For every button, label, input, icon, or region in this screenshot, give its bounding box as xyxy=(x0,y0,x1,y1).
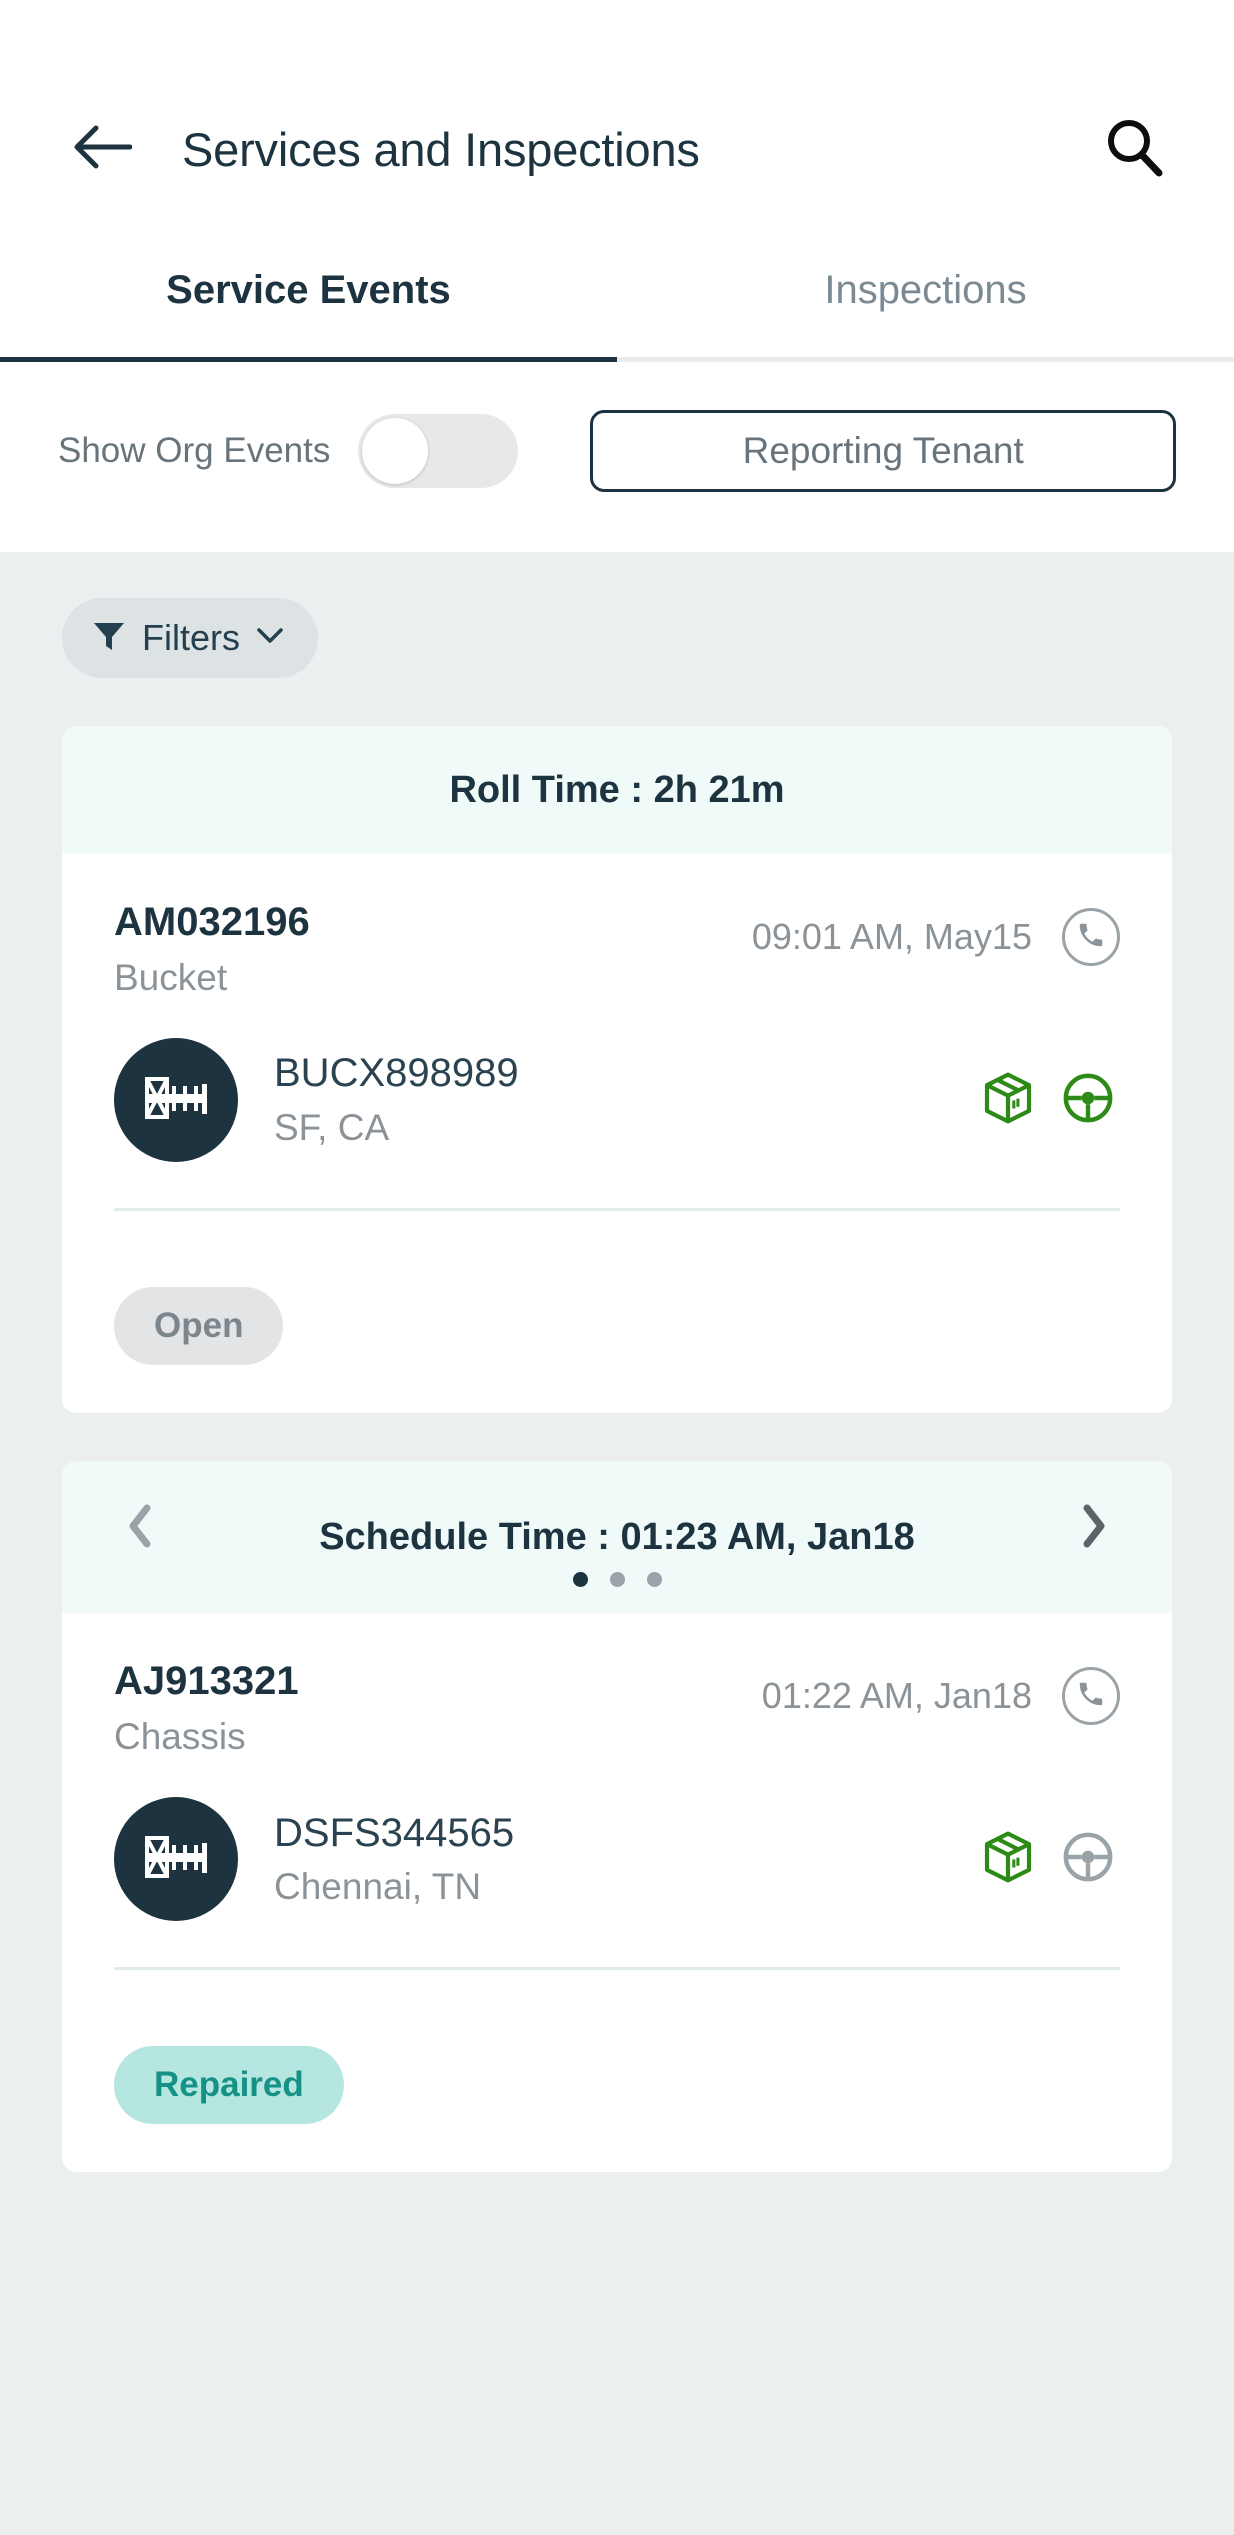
avatar xyxy=(114,1038,238,1163)
call-button[interactable] xyxy=(1062,908,1120,966)
app-screen: Services and Inspections Service Events … xyxy=(0,0,1234,2535)
event-id: AM032196 xyxy=(114,900,310,944)
carousel-dot[interactable] xyxy=(646,1572,662,1588)
arrow-left-icon xyxy=(72,123,133,176)
show-org-events-toggle[interactable] xyxy=(358,414,519,488)
service-event-card[interactable]: Roll Time : 2h 21m AM032196 Bucket 09:01… xyxy=(62,726,1172,1414)
steering-wheel-icon[interactable] xyxy=(1060,1070,1116,1131)
asset-status-icons xyxy=(980,1829,1120,1890)
card-divider xyxy=(114,1967,1120,1971)
status-badge[interactable]: Repaired xyxy=(114,2046,344,2125)
card-header-title: Roll Time : 2h 21m xyxy=(449,768,785,811)
phone-icon xyxy=(1076,920,1106,955)
card-divider xyxy=(114,1208,1120,1212)
card-header-title: Schedule Time : 01:23 AM, Jan18 xyxy=(319,1515,915,1558)
back-button[interactable] xyxy=(72,113,144,185)
carousel-dot[interactable] xyxy=(609,1572,625,1588)
search-icon xyxy=(1103,116,1165,183)
chevron-right-icon xyxy=(1081,1504,1107,1553)
chevron-down-icon xyxy=(256,626,284,651)
asset-location: SF, CA xyxy=(274,1106,390,1148)
event-identity: AJ913321 Chassis xyxy=(114,1659,762,1757)
service-event-card[interactable]: Schedule Time : 01:23 AM, Jan18 AJ913321… xyxy=(62,1461,1172,2173)
asset-info: BUCX898989 SF, CA xyxy=(274,1051,980,1149)
org-events-row: Show Org Events Reporting Tenant xyxy=(0,362,1234,552)
tab-bar: Service Events Inspections xyxy=(0,268,1234,357)
event-time: 09:01 AM, May15 xyxy=(751,916,1032,957)
package-icon[interactable] xyxy=(980,1070,1036,1131)
chassis-icon xyxy=(139,1070,213,1131)
toggle-knob xyxy=(362,418,429,484)
asset-info: DSFS344565 Chennai, TN xyxy=(274,1811,980,1909)
event-id: AJ913321 xyxy=(114,1659,299,1704)
search-button[interactable] xyxy=(1096,111,1172,187)
asset-status-icons xyxy=(980,1070,1120,1131)
event-summary-row: AM032196 Bucket 09:01 AM, May15 xyxy=(114,900,1120,998)
status-badge[interactable]: Open xyxy=(114,1287,284,1366)
tab-service-events[interactable]: Service Events xyxy=(0,268,617,357)
top-section: Services and Inspections Service Events … xyxy=(0,0,1234,552)
carousel-dot[interactable] xyxy=(572,1572,588,1588)
asset-location: Chennai, TN xyxy=(274,1866,482,1908)
steering-wheel-icon[interactable] xyxy=(1060,1829,1116,1890)
event-meta: 09:01 AM, May15 xyxy=(752,900,1120,966)
card-body: AJ913321 Chassis 01:22 AM, Jan18 DSFS344… xyxy=(62,1613,1172,2004)
filters-label: Filters xyxy=(142,617,240,658)
filters-button[interactable]: Filters xyxy=(62,598,318,678)
tab-inspections[interactable]: Inspections xyxy=(617,268,1234,357)
phone-icon xyxy=(1076,1679,1106,1714)
asset-row: DSFS344565 Chennai, TN xyxy=(114,1797,1120,1922)
asset-id: DSFS344565 xyxy=(274,1810,515,1855)
asset-row: BUCX898989 SF, CA xyxy=(114,1038,1120,1163)
event-identity: AM032196 Bucket xyxy=(114,900,752,998)
reporting-tenant-button[interactable]: Reporting Tenant xyxy=(590,410,1176,492)
card-footer: Repaired xyxy=(62,2004,1172,2172)
tab-underline-active xyxy=(0,357,617,362)
call-button[interactable] xyxy=(1062,1667,1120,1726)
chassis-icon xyxy=(139,1829,213,1890)
carousel-dots xyxy=(62,1572,1172,1588)
asset-id: BUCX898989 xyxy=(274,1051,519,1096)
event-time: 01:22 AM, Jan18 xyxy=(761,1675,1032,1717)
page-title: Services and Inspections xyxy=(182,122,700,176)
card-body: AM032196 Bucket 09:01 AM, May15 BUCX8989… xyxy=(62,854,1172,1245)
app-header: Services and Inspections xyxy=(0,96,1234,202)
card-header: Schedule Time : 01:23 AM, Jan18 xyxy=(62,1461,1172,1614)
event-meta: 01:22 AM, Jan18 xyxy=(761,1659,1120,1726)
avatar xyxy=(114,1797,238,1922)
funnel-icon xyxy=(92,619,126,658)
show-org-events-label: Show Org Events xyxy=(58,431,331,470)
event-type: Chassis xyxy=(114,1716,246,1758)
package-icon[interactable] xyxy=(980,1829,1036,1890)
event-summary-row: AJ913321 Chassis 01:22 AM, Jan18 xyxy=(114,1659,1120,1757)
event-type: Bucket xyxy=(114,956,228,998)
card-footer: Open xyxy=(62,1245,1172,1413)
content-area: Filters Roll Time : 2h 21m AM032196 Buck… xyxy=(0,552,1234,2173)
card-header: Roll Time : 2h 21m xyxy=(62,726,1172,854)
chevron-left-icon xyxy=(127,1504,153,1553)
